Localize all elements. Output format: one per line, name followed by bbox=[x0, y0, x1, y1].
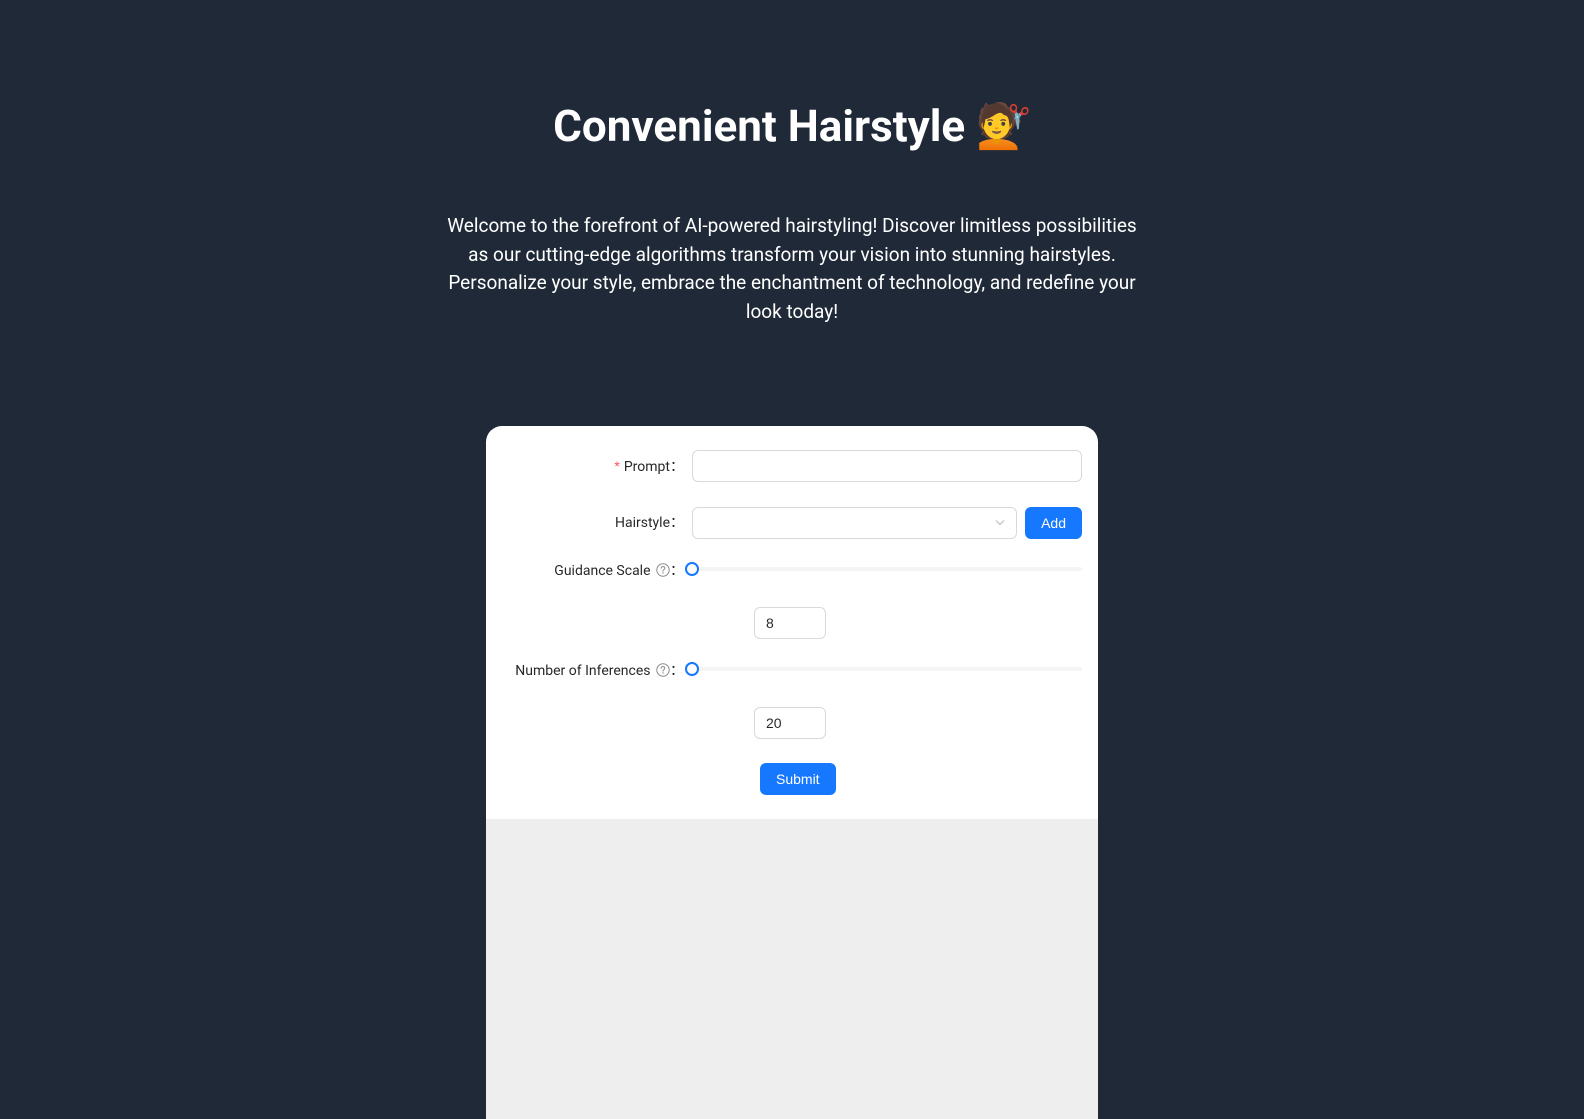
hairstyle-label: Hairstyle： bbox=[502, 507, 692, 539]
num-inferences-row: Number of Inferences ： bbox=[502, 663, 1082, 739]
num-inferences-input[interactable] bbox=[754, 707, 826, 739]
hairstyle-row: Hairstyle： Add bbox=[502, 507, 1082, 539]
submit-button[interactable]: Submit bbox=[760, 763, 836, 795]
num-inferences-slider[interactable] bbox=[692, 663, 1082, 675]
guidance-scale-row: Guidance Scale ： bbox=[502, 563, 1082, 639]
help-icon[interactable] bbox=[656, 563, 670, 577]
guidance-scale-label-text: Guidance Scale bbox=[554, 563, 650, 579]
label-colon: ： bbox=[670, 515, 684, 531]
result-area bbox=[486, 819, 1098, 1119]
guidance-scale-input[interactable] bbox=[754, 607, 826, 639]
page-title: Convenient Hairstyle 💇 bbox=[312, 100, 1272, 152]
prompt-input[interactable] bbox=[692, 450, 1082, 482]
prompt-label: * Prompt： bbox=[502, 450, 692, 483]
required-star-icon: * bbox=[614, 458, 619, 474]
label-colon: ： bbox=[670, 663, 684, 679]
slider-handle[interactable] bbox=[685, 562, 699, 576]
hairstyle-select[interactable] bbox=[692, 507, 1017, 539]
prompt-row: * Prompt： bbox=[502, 450, 1082, 483]
guidance-scale-slider[interactable] bbox=[692, 563, 1082, 575]
slider-handle[interactable] bbox=[685, 662, 699, 676]
label-colon: ： bbox=[670, 459, 684, 475]
guidance-scale-label: Guidance Scale ： bbox=[502, 563, 692, 578]
form-card: *Prompt： Hairstyle： bbox=[486, 426, 1098, 1119]
help-icon[interactable] bbox=[656, 663, 670, 677]
prompt-label-text: Prompt bbox=[624, 459, 670, 475]
submit-row: Submit bbox=[502, 763, 1082, 795]
num-inferences-label-text: Number of Inferences bbox=[515, 663, 650, 679]
label-colon: ： bbox=[670, 563, 684, 579]
num-inferences-label: Number of Inferences ： bbox=[502, 663, 692, 678]
hairstyle-label-text: Hairstyle bbox=[615, 515, 670, 531]
page-description: Welcome to the forefront of AI-powered h… bbox=[437, 212, 1147, 326]
add-button[interactable]: Add bbox=[1025, 507, 1082, 539]
